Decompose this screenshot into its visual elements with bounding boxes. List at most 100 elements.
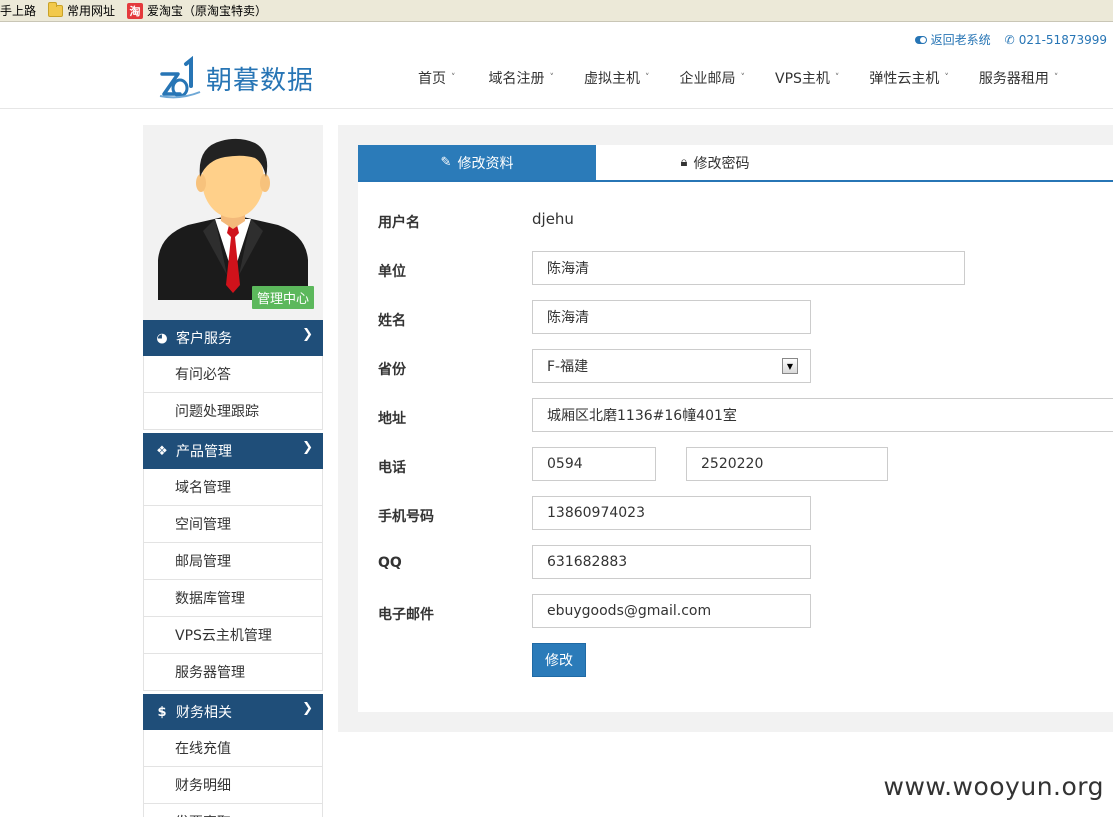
sidebar-item-faq[interactable]: 有问必答 [143,356,323,393]
sidebar-item-recharge[interactable]: 在线充值 [143,730,323,767]
province-select[interactable]: F-福建 ▼ [532,349,811,383]
mobile-field[interactable] [532,496,811,530]
sidebar-item-ticket-tracking[interactable]: 问题处理跟踪 [143,393,323,430]
phone-label: 电话 [378,460,406,476]
site-logo[interactable]: 朝暮数据 [158,56,314,100]
return-old-link[interactable]: 返回老系统 [914,31,991,48]
submit-button[interactable]: 修改 [532,643,586,677]
tab-bar: ✎ 修改资料 🔒︎ 修改密码 [358,145,1113,182]
chevron-down-icon: ˅ [944,73,949,83]
address-field[interactable] [532,398,1113,432]
name-label: 姓名 [378,313,406,329]
chevron-down-icon: ❯ [302,701,313,716]
admin-center-badge[interactable]: 管理中心 [252,286,315,309]
avatar-panel: 管理中心 [143,125,323,320]
sidebar-item-mail[interactable]: 邮局管理 [143,543,323,580]
nav-label: VPS主机 [775,71,830,87]
chevron-down-icon: ˅ [1053,73,1059,83]
sidebar-item-invoice[interactable]: 发票索取 [143,804,323,817]
lock-icon: 🔒︎ [680,155,688,170]
nav-item-server[interactable]: 服务器租用 ˅ [979,68,1059,88]
phone-number-field[interactable] [686,447,888,481]
company-field[interactable] [532,251,965,285]
cubes-icon: ❖ [156,443,168,459]
nav-item-domain[interactable]: 域名注册 ˅ [489,68,555,88]
main-content: ✎ 修改资料 🔒︎ 修改密码 用户名 djehu 单位 姓名 省份 F-福建 ▼ [338,125,1113,732]
address-input[interactable] [547,407,1113,423]
dropdown-arrow-icon[interactable]: ▼ [782,358,798,374]
qq-field[interactable] [532,545,811,579]
address-label: 地址 [378,411,406,427]
mobile-label: 手机号码 [378,509,434,525]
nav-label: 域名注册 [488,71,545,87]
name-field[interactable] [532,300,811,334]
sidebar-item-database[interactable]: 数据库管理 [143,580,323,617]
bookmark-folder[interactable]: 常用网址 [42,0,121,22]
sidebar-section-customer-service[interactable]: ◕ 客户服务 ❯ [143,320,323,356]
username-value: djehu [532,210,574,228]
nav-item-cloud[interactable]: 弹性云主机 ˅ [869,68,949,88]
chevron-down-icon: ˅ [834,73,840,83]
watermark: www.wooyun.org [883,772,1104,801]
top-info: 返回老系统 ✆ 021-51873999 [914,31,1107,48]
logo-mark-icon [159,56,201,99]
bookmark-item[interactable]: 手上路 [0,0,42,22]
phone-icon: ✆ [1004,32,1015,47]
nav-item-mail[interactable]: 企业邮局 ˅ [680,68,746,88]
tab-label: 修改资料 [457,155,514,172]
bookmark-item[interactable]: 淘 爱淘宝（原淘宝特卖） [121,0,273,22]
email-label: 电子邮件 [378,607,434,623]
tab-label: 修改密码 [693,155,750,172]
sidebar-item-vps[interactable]: VPS云主机管理 [143,617,323,654]
sidebar-item-finance-detail[interactable]: 财务明细 [143,767,323,804]
section-title: 财务相关 [176,705,232,721]
nav-item-vps[interactable]: VPS主机 ˅ [775,68,839,88]
sidebar: 管理中心 ◕ 客户服务 ❯ 有问必答 问题处理跟踪 ❖ 产品管理 ❯ 域名管理 … [143,125,323,817]
sidebar-item-domain[interactable]: 域名管理 [143,469,323,506]
qq-input[interactable] [547,554,810,570]
email-field[interactable] [532,594,811,628]
bookmark-label: 手上路 [0,4,37,18]
return-old-label: 返回老系统 [930,33,991,47]
logo-text: 朝暮数据 [206,65,315,96]
nav-label: 弹性云主机 [869,71,940,87]
sidebar-item-server[interactable]: 服务器管理 [143,654,323,691]
tab-edit-profile[interactable]: ✎ 修改资料 [358,145,596,180]
name-input[interactable] [547,309,810,325]
tab-change-password[interactable]: 🔒︎ 修改密码 [596,145,834,180]
nav-item-home[interactable]: 首页 ˅ [418,68,456,88]
section-title: 客户服务 [176,331,232,347]
main-nav: 首页 ˅ 域名注册 ˅ 虚拟主机 ˅ 企业邮局 ˅ VPS主机 ˅ 弹性云主机 ˅ 服务器租… [418,68,1058,88]
username-label: 用户名 [378,215,420,231]
province-label: 省份 [378,362,406,378]
chevron-down-icon: ˅ [645,73,650,83]
qq-label: QQ [378,555,402,571]
province-selected: F-福建 [547,359,589,375]
folder-icon [48,1,64,17]
nav-item-hosting[interactable]: 虚拟主机 ˅ [584,68,650,88]
bookmark-label: 爱淘宝（原淘宝特卖） [147,4,268,18]
chevron-down-icon: ❯ [302,327,313,342]
edit-icon: ✎ [440,155,452,170]
sidebar-section-product-management[interactable]: ❖ 产品管理 ❯ [143,433,323,469]
phone-area-input[interactable] [547,456,655,472]
dollar-icon: $ [157,704,167,720]
nav-label: 虚拟主机 [584,71,640,87]
sidebar-item-space[interactable]: 空间管理 [143,506,323,543]
dashboard-icon: ◕ [156,330,168,346]
bookmark-label: 常用网址 [67,4,116,18]
chevron-down-icon: ˅ [740,73,746,83]
mobile-input[interactable] [547,505,810,521]
bookmarks-bar: 手上路 常用网址 淘 爱淘宝（原淘宝特卖） [0,0,1113,22]
phone-area-field[interactable] [532,447,656,481]
taobao-icon: 淘 [127,2,144,19]
chevron-down-icon: ˅ [451,73,456,83]
nav-label: 首页 [418,71,446,87]
email-input[interactable] [547,603,810,619]
chevron-down-icon: ˅ [549,73,555,83]
phone-number-input[interactable] [701,456,887,472]
toggle-icon [914,35,927,44]
sidebar-section-finance[interactable]: $ 财务相关 ❯ [143,694,323,730]
company-input[interactable] [547,260,964,276]
company-label: 单位 [378,264,406,280]
